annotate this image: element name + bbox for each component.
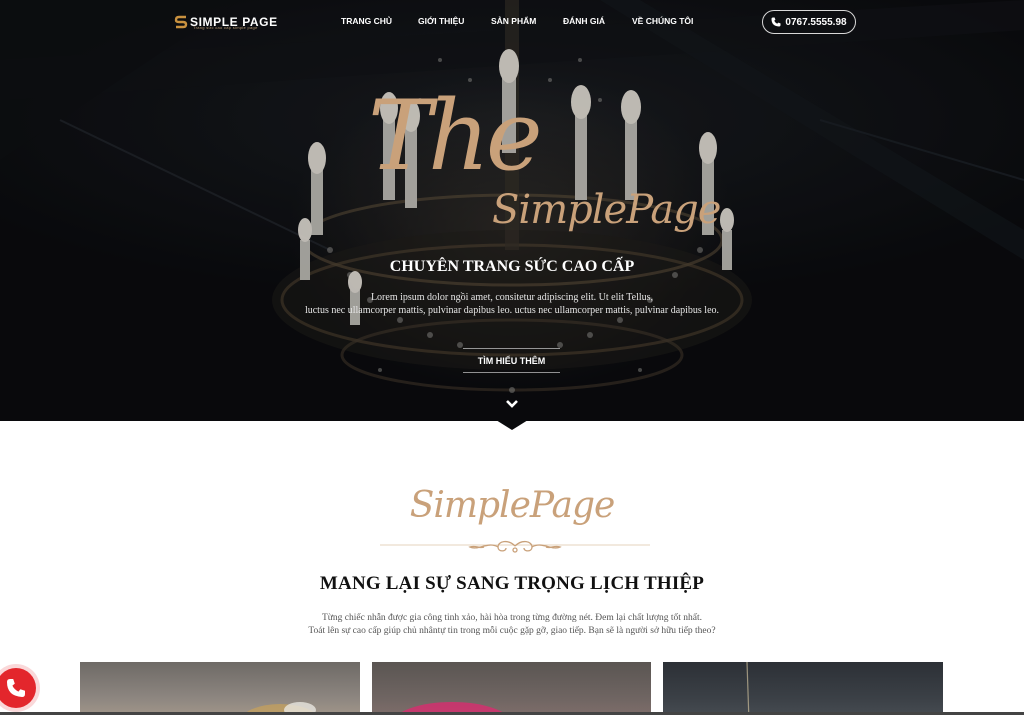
hero-notch xyxy=(496,420,528,430)
nav-item-reviews[interactable]: ĐÁNH GIÁ xyxy=(563,16,605,26)
ornament-divider xyxy=(380,540,650,553)
product-image-1[interactable] xyxy=(80,662,360,715)
phone-icon xyxy=(771,17,781,27)
phone-call-icon xyxy=(7,679,25,697)
hero-script-subtitle: SimplePage xyxy=(492,187,721,233)
phone-button[interactable]: 0767.5555.98 xyxy=(762,10,856,34)
pink-box-image xyxy=(397,702,507,715)
product-image-2[interactable] xyxy=(372,662,651,715)
hero-description-line-2: luctus nec ullamcorper mattis, pulvinar … xyxy=(304,305,720,316)
nav-item-contact[interactable]: VỀ CHÚNG TÔI xyxy=(632,16,693,26)
chevron-down-icon[interactable] xyxy=(505,398,519,410)
intro-script-title: SimplePage xyxy=(409,485,616,526)
logo-tagline: Trang sức cao cấp simple page xyxy=(193,25,258,30)
ring-image xyxy=(243,702,317,715)
intro-text-line-2: Toát lên sự cao cấp giúp chủ nhântự tin … xyxy=(308,626,716,636)
nav-item-about[interactable]: GIỚI THIỆU xyxy=(418,16,464,26)
hero-script-title: The xyxy=(368,80,543,192)
logo-s-icon xyxy=(174,15,188,29)
hero-section: SIMPLE PAGE Trang sức cao cấp simple pag… xyxy=(0,0,1024,421)
nav-item-home[interactable]: TRANG CHỦ xyxy=(341,16,392,26)
necklace-image xyxy=(746,662,750,715)
product-image-3[interactable] xyxy=(663,662,943,715)
learn-more-button[interactable]: TÌM HIỂU THÊM xyxy=(463,348,560,373)
intro-heading: MANG LẠI SỰ SANG TRỌNG LỊCH THIỆP xyxy=(319,573,705,594)
nav-item-products[interactable]: SẢN PHẨM xyxy=(491,16,536,26)
intro-text-line-1: Từng chiếc nhẫn được gia công tinh xảo, … xyxy=(321,613,703,623)
hero-heading: CHUYÊN TRANG SỨC CAO CẤP xyxy=(389,258,635,275)
hero-description-line-1: Lorem ipsum dolor ngồi amet, consitetur … xyxy=(370,292,654,303)
phone-number: 0767.5555.98 xyxy=(785,16,847,28)
floating-call-button[interactable] xyxy=(0,668,36,708)
